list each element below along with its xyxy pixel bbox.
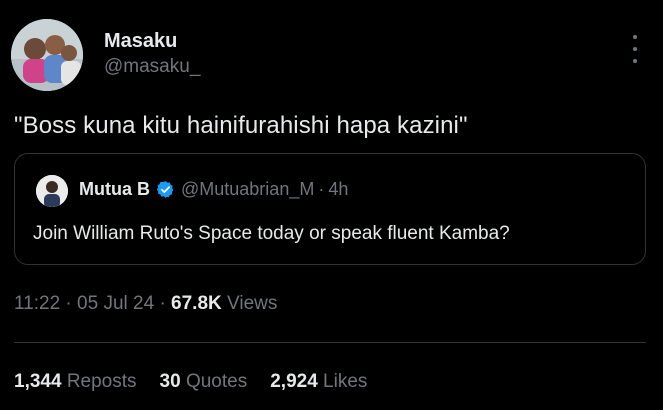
more-vertical-icon <box>633 35 637 39</box>
likes-count: 2,924 <box>270 371 318 392</box>
quotes-label: Quotes <box>185 371 248 392</box>
separator-dot: · <box>318 179 325 199</box>
author-handle[interactable]: @masaku_ <box>104 56 200 78</box>
views-label: Views <box>227 293 278 314</box>
divider <box>14 342 646 343</box>
quoted-tweet-header: Mutua B @Mutuabrian_M · 4h <box>79 179 348 200</box>
reposts-count: 1,344 <box>14 371 62 392</box>
separator-dot: · <box>65 293 72 314</box>
tweet-time[interactable]: 11:22 <box>14 293 60 314</box>
tweet-meta: 11:22 · 05 Jul 24 · 67.8K Views <box>14 293 277 315</box>
quoted-tweet-card[interactable]: Mutua B @Mutuabrian_M · 4h Join William … <box>14 153 646 265</box>
reposts-stat[interactable]: 1,344 Reposts <box>14 371 137 393</box>
quoted-tweet-time[interactable]: 4h <box>328 179 348 200</box>
separator-dot: · <box>159 293 166 314</box>
verified-badge-icon <box>156 181 174 198</box>
tweet-text: "Boss kuna kitu hainifurahishi hapa kazi… <box>14 112 468 139</box>
author-name[interactable]: Masaku <box>104 30 177 53</box>
tweet-date[interactable]: 05 Jul 24 <box>77 293 154 314</box>
quoted-author-name[interactable]: Mutua B <box>79 179 150 200</box>
quoted-author-handle[interactable]: @Mutuabrian_M <box>181 179 314 200</box>
engagement-stats: 1,344 Reposts 30 Quotes 2,924 Likes <box>14 371 390 393</box>
quotes-stat[interactable]: 30 Quotes <box>160 371 248 393</box>
more-options-button[interactable] <box>625 35 645 63</box>
quotes-count: 30 <box>159 371 181 392</box>
views-count: 67.8K <box>171 293 222 314</box>
author-avatar[interactable] <box>11 19 83 91</box>
quoted-author-avatar[interactable] <box>36 175 68 207</box>
likes-label: Likes <box>323 371 368 392</box>
reposts-label: Reposts <box>66 371 137 392</box>
quoted-tweet-text: Join William Ruto's Space today or speak… <box>33 223 510 244</box>
likes-stat[interactable]: 2,924 Likes <box>270 371 367 393</box>
